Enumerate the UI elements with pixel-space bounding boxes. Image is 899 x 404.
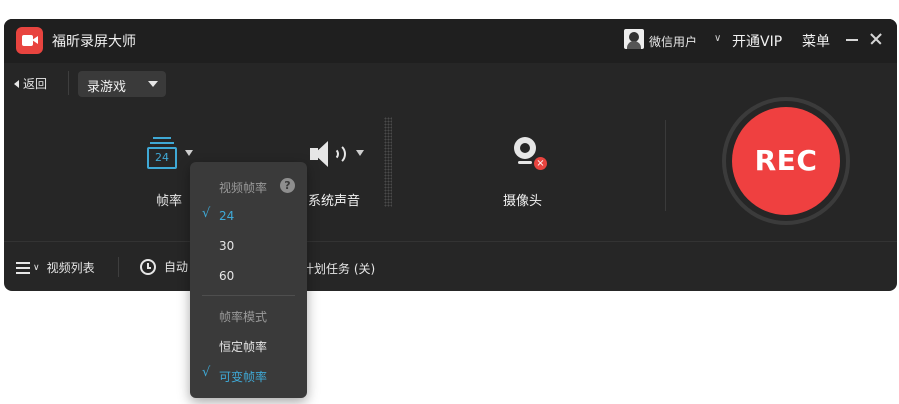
bottom-divider xyxy=(4,241,897,242)
video-list-button[interactable]: ∨ 视频列表 xyxy=(16,259,95,276)
dropdown-divider xyxy=(202,295,295,296)
help-icon[interactable]: ? xyxy=(280,178,295,193)
frame-rate-label: 帧率 xyxy=(156,194,183,209)
vip-chevron-icon[interactable]: ∨ xyxy=(714,33,721,44)
frame-rate-dropdown: 视频帧率 ? √ 24 30 60 帧率模式 恒定帧率 √ 可变帧率 xyxy=(190,162,307,398)
auto-label: 自动 xyxy=(164,260,189,274)
checkmark-icon: √ xyxy=(202,206,211,221)
video-frame-rate-header: 视频帧率 xyxy=(219,181,268,195)
title-bar: 福昕录屏大师 微信用户 ∨ 开通VIP 菜单 xyxy=(4,19,897,63)
bottom-bar-divider xyxy=(118,257,119,277)
video-list-label: 视频列表 xyxy=(46,261,95,275)
rate-option-label: 30 xyxy=(219,239,235,253)
back-label: 返回 xyxy=(23,77,48,91)
mode-option-constant[interactable]: 恒定帧率 xyxy=(190,335,307,357)
schedule-task-button[interactable]: 计划任务 (关) xyxy=(302,260,375,277)
close-icon[interactable] xyxy=(868,31,884,47)
rate-option-24[interactable]: √ 24 xyxy=(190,206,307,228)
auto-stop-button[interactable]: 自动 xyxy=(140,258,188,275)
rate-option-60[interactable]: 60 xyxy=(190,266,307,288)
camera-off-badge: × xyxy=(534,157,547,170)
frame-rate-caret-icon[interactable] xyxy=(185,150,193,156)
back-arrow-icon xyxy=(14,79,19,88)
mode-option-label: 可变帧率 xyxy=(219,370,268,384)
toolbar-divider xyxy=(68,71,69,95)
frame-rate-icon[interactable]: 24 xyxy=(147,137,177,171)
controls-divider xyxy=(665,120,666,211)
audio-caret-icon[interactable] xyxy=(356,150,364,156)
webcam-icon[interactable]: × xyxy=(512,137,548,173)
rate-option-label: 60 xyxy=(219,269,235,283)
rate-option-label: 24 xyxy=(219,209,235,223)
record-mode-select[interactable]: 录游戏 xyxy=(78,71,166,97)
minimize-icon[interactable] xyxy=(844,31,860,47)
audio-level-meter xyxy=(384,117,392,207)
menu-button[interactable]: 菜单 xyxy=(802,31,830,51)
user-avatar[interactable] xyxy=(624,29,644,49)
chevron-down-icon: ∨ xyxy=(33,262,40,273)
user-name[interactable]: 微信用户 xyxy=(649,33,697,50)
record-mode-label: 录游戏 xyxy=(87,80,127,95)
back-button[interactable]: 返回 xyxy=(14,75,47,92)
recorder-window: 福昕录屏大师 微信用户 ∨ 开通VIP 菜单 返回 录游戏 24 帧率 系统声音… xyxy=(4,19,897,291)
alarm-clock-icon xyxy=(140,258,156,275)
frame-rate-value: 24 xyxy=(147,147,177,169)
list-icon xyxy=(16,261,30,274)
checkmark-icon: √ xyxy=(202,365,211,380)
rec-button[interactable]: REC xyxy=(732,107,840,215)
speaker-icon[interactable] xyxy=(310,139,350,169)
app-title: 福昕录屏大师 xyxy=(52,34,136,50)
app-logo-icon xyxy=(16,27,43,54)
system-audio-label: 系统声音 xyxy=(308,194,361,209)
mode-option-label: 恒定帧率 xyxy=(219,340,268,354)
camera-label: 摄像头 xyxy=(503,194,543,209)
rate-option-30[interactable]: 30 xyxy=(190,236,307,258)
open-vip-button[interactable]: 开通VIP xyxy=(732,31,782,51)
mode-option-variable[interactable]: √ 可变帧率 xyxy=(190,365,307,387)
frame-rate-mode-header: 帧率模式 xyxy=(219,310,268,324)
caret-down-icon xyxy=(148,81,158,87)
